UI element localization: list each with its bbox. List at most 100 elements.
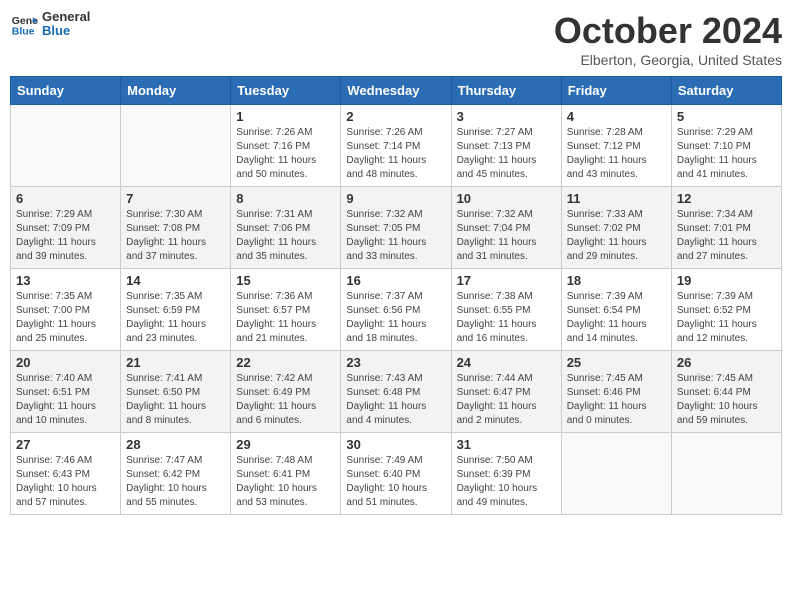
logo-blue: Blue bbox=[42, 24, 90, 38]
day-info: Sunrise: 7:42 AMSunset: 6:49 PMDaylight:… bbox=[236, 372, 335, 428]
weekday-header-tuesday: Tuesday bbox=[231, 77, 341, 105]
weekday-header-thursday: Thursday bbox=[451, 77, 561, 105]
day-info: Sunrise: 7:49 AMSunset: 6:40 PMDaylight:… bbox=[346, 454, 445, 510]
day-number: 9 bbox=[346, 191, 445, 206]
day-info: Sunrise: 7:30 AMSunset: 7:08 PMDaylight:… bbox=[126, 208, 225, 264]
calendar-cell: 2 Sunrise: 7:26 AMSunset: 7:14 PMDaylight… bbox=[341, 105, 451, 187]
calendar-cell: 16 Sunrise: 7:37 AMSunset: 6:56 PMDayligh… bbox=[341, 269, 451, 351]
calendar-cell bbox=[121, 105, 231, 187]
day-info: Sunrise: 7:28 AMSunset: 7:12 PMDaylight:… bbox=[567, 126, 666, 182]
calendar-table: SundayMondayTuesdayWednesdayThursdayFrid… bbox=[10, 76, 782, 515]
calendar-cell: 15 Sunrise: 7:36 AMSunset: 6:57 PMDayligh… bbox=[231, 269, 341, 351]
day-info: Sunrise: 7:37 AMSunset: 6:56 PMDaylight:… bbox=[346, 290, 445, 346]
day-info: Sunrise: 7:41 AMSunset: 6:50 PMDaylight:… bbox=[126, 372, 225, 428]
calendar-cell: 5 Sunrise: 7:29 AMSunset: 7:10 PMDaylight… bbox=[671, 105, 781, 187]
day-number: 29 bbox=[236, 437, 335, 452]
day-info: Sunrise: 7:50 AMSunset: 6:39 PMDaylight:… bbox=[457, 454, 556, 510]
week-row-1: 1Sunrise: 7:26 AMSunset: 7:16 PMDaylight… bbox=[11, 105, 782, 187]
svg-text:Blue: Blue bbox=[12, 26, 35, 38]
calendar-cell: 13Sunrise: 7:35 AMSunset: 7:00 PMDayligh… bbox=[11, 269, 121, 351]
month-title: October 2024 bbox=[554, 10, 782, 52]
day-number: 19 bbox=[677, 273, 776, 288]
calendar-cell: 7Sunrise: 7:30 AMSunset: 7:08 PMDaylight… bbox=[121, 187, 231, 269]
page-header: General Blue General Blue October 2024 E… bbox=[10, 10, 782, 68]
day-info: Sunrise: 7:31 AMSunset: 7:06 PMDaylight:… bbox=[236, 208, 335, 264]
title-block: October 2024 Elberton, Georgia, United S… bbox=[554, 10, 782, 68]
day-number: 30 bbox=[346, 437, 445, 452]
day-info: Sunrise: 7:36 AMSunset: 6:57 PMDaylight:… bbox=[236, 290, 335, 346]
day-number: 2 bbox=[346, 109, 445, 124]
day-info: Sunrise: 7:46 AMSunset: 6:43 PMDaylight:… bbox=[16, 454, 115, 510]
day-info: Sunrise: 7:44 AMSunset: 6:47 PMDaylight:… bbox=[457, 372, 556, 428]
day-number: 20 bbox=[16, 355, 115, 370]
day-number: 24 bbox=[457, 355, 556, 370]
day-number: 5 bbox=[677, 109, 776, 124]
calendar-cell: 28 Sunrise: 7:47 AMSunset: 6:42 PMDayligh… bbox=[121, 433, 231, 515]
weekday-header-friday: Friday bbox=[561, 77, 671, 105]
weekday-header-row: SundayMondayTuesdayWednesdayThursdayFrid… bbox=[11, 77, 782, 105]
day-info: Sunrise: 7:27 AMSunset: 7:13 PMDaylight:… bbox=[457, 126, 556, 182]
calendar-cell bbox=[561, 433, 671, 515]
calendar-cell: 30 Sunrise: 7:49 AMSunset: 6:40 PMDayligh… bbox=[341, 433, 451, 515]
day-info: Sunrise: 7:32 AMSunset: 7:04 PMDaylight:… bbox=[457, 208, 556, 264]
day-info: Sunrise: 7:39 AMSunset: 6:52 PMDaylight:… bbox=[677, 290, 776, 346]
day-info: Sunrise: 7:34 AMSunset: 7:01 PMDaylight:… bbox=[677, 208, 776, 264]
weekday-header-saturday: Saturday bbox=[671, 77, 781, 105]
calendar-cell: 29 Sunrise: 7:48 AMSunset: 6:41 PMDayligh… bbox=[231, 433, 341, 515]
calendar-cell: 8 Sunrise: 7:31 AMSunset: 7:06 PMDaylight… bbox=[231, 187, 341, 269]
calendar-cell: 24 Sunrise: 7:44 AMSunset: 6:47 PMDayligh… bbox=[451, 351, 561, 433]
day-number: 25 bbox=[567, 355, 666, 370]
week-row-3: 13Sunrise: 7:35 AMSunset: 7:00 PMDayligh… bbox=[11, 269, 782, 351]
calendar-cell: 11Sunrise: 7:33 AMSunset: 7:02 PMDayligh… bbox=[561, 187, 671, 269]
calendar-cell: 1Sunrise: 7:26 AMSunset: 7:16 PMDaylight… bbox=[231, 105, 341, 187]
day-number: 17 bbox=[457, 273, 556, 288]
day-info: Sunrise: 7:35 AMSunset: 6:59 PMDaylight:… bbox=[126, 290, 225, 346]
calendar-cell: 26 Sunrise: 7:45 AMSunset: 6:44 PMDayligh… bbox=[671, 351, 781, 433]
day-info: Sunrise: 7:29 AMSunset: 7:09 PMDaylight:… bbox=[16, 208, 115, 264]
day-number: 28 bbox=[126, 437, 225, 452]
calendar-cell: 25 Sunrise: 7:45 AMSunset: 6:46 PMDayligh… bbox=[561, 351, 671, 433]
day-number: 26 bbox=[677, 355, 776, 370]
day-number: 13 bbox=[16, 273, 115, 288]
calendar-cell: 9 Sunrise: 7:32 AMSunset: 7:05 PMDaylight… bbox=[341, 187, 451, 269]
calendar-cell: 17 Sunrise: 7:38 AMSunset: 6:55 PMDayligh… bbox=[451, 269, 561, 351]
day-number: 27 bbox=[16, 437, 115, 452]
week-row-4: 20Sunrise: 7:40 AMSunset: 6:51 PMDayligh… bbox=[11, 351, 782, 433]
calendar-cell bbox=[11, 105, 121, 187]
calendar-cell: 19 Sunrise: 7:39 AMSunset: 6:52 PMDayligh… bbox=[671, 269, 781, 351]
location-title: Elberton, Georgia, United States bbox=[554, 52, 782, 68]
day-info: Sunrise: 7:33 AMSunset: 7:02 PMDaylight:… bbox=[567, 208, 666, 264]
day-info: Sunrise: 7:32 AMSunset: 7:05 PMDaylight:… bbox=[346, 208, 445, 264]
calendar-cell: 14Sunrise: 7:35 AMSunset: 6:59 PMDayligh… bbox=[121, 269, 231, 351]
calendar-cell: 23 Sunrise: 7:43 AMSunset: 6:48 PMDayligh… bbox=[341, 351, 451, 433]
calendar-cell: 27 Sunrise: 7:46 AMSunset: 6:43 PMDayligh… bbox=[11, 433, 121, 515]
calendar-cell: 22Sunrise: 7:42 AMSunset: 6:49 PMDayligh… bbox=[231, 351, 341, 433]
day-info: Sunrise: 7:45 AMSunset: 6:44 PMDaylight:… bbox=[677, 372, 776, 428]
day-number: 21 bbox=[126, 355, 225, 370]
day-number: 6 bbox=[16, 191, 115, 206]
day-number: 3 bbox=[457, 109, 556, 124]
calendar-cell: 10Sunrise: 7:32 AMSunset: 7:04 PMDayligh… bbox=[451, 187, 561, 269]
day-number: 16 bbox=[346, 273, 445, 288]
weekday-header-sunday: Sunday bbox=[11, 77, 121, 105]
day-number: 31 bbox=[457, 437, 556, 452]
day-info: Sunrise: 7:43 AMSunset: 6:48 PMDaylight:… bbox=[346, 372, 445, 428]
calendar-cell: 3 Sunrise: 7:27 AMSunset: 7:13 PMDaylight… bbox=[451, 105, 561, 187]
day-info: Sunrise: 7:45 AMSunset: 6:46 PMDaylight:… bbox=[567, 372, 666, 428]
day-number: 15 bbox=[236, 273, 335, 288]
calendar-cell: 6 Sunrise: 7:29 AMSunset: 7:09 PMDaylight… bbox=[11, 187, 121, 269]
day-info: Sunrise: 7:38 AMSunset: 6:55 PMDaylight:… bbox=[457, 290, 556, 346]
day-info: Sunrise: 7:29 AMSunset: 7:10 PMDaylight:… bbox=[677, 126, 776, 182]
logo-general: General bbox=[42, 10, 90, 24]
day-number: 8 bbox=[236, 191, 335, 206]
calendar-cell: 21 Sunrise: 7:41 AMSunset: 6:50 PMDayligh… bbox=[121, 351, 231, 433]
logo: General Blue General Blue bbox=[10, 10, 90, 39]
calendar-cell: 12Sunrise: 7:34 AMSunset: 7:01 PMDayligh… bbox=[671, 187, 781, 269]
calendar-cell: 18 Sunrise: 7:39 AMSunset: 6:54 PMDayligh… bbox=[561, 269, 671, 351]
day-info: Sunrise: 7:47 AMSunset: 6:42 PMDaylight:… bbox=[126, 454, 225, 510]
day-info: Sunrise: 7:26 AMSunset: 7:14 PMDaylight:… bbox=[346, 126, 445, 182]
day-number: 18 bbox=[567, 273, 666, 288]
day-info: Sunrise: 7:39 AMSunset: 6:54 PMDaylight:… bbox=[567, 290, 666, 346]
day-info: Sunrise: 7:48 AMSunset: 6:41 PMDaylight:… bbox=[236, 454, 335, 510]
day-number: 23 bbox=[346, 355, 445, 370]
